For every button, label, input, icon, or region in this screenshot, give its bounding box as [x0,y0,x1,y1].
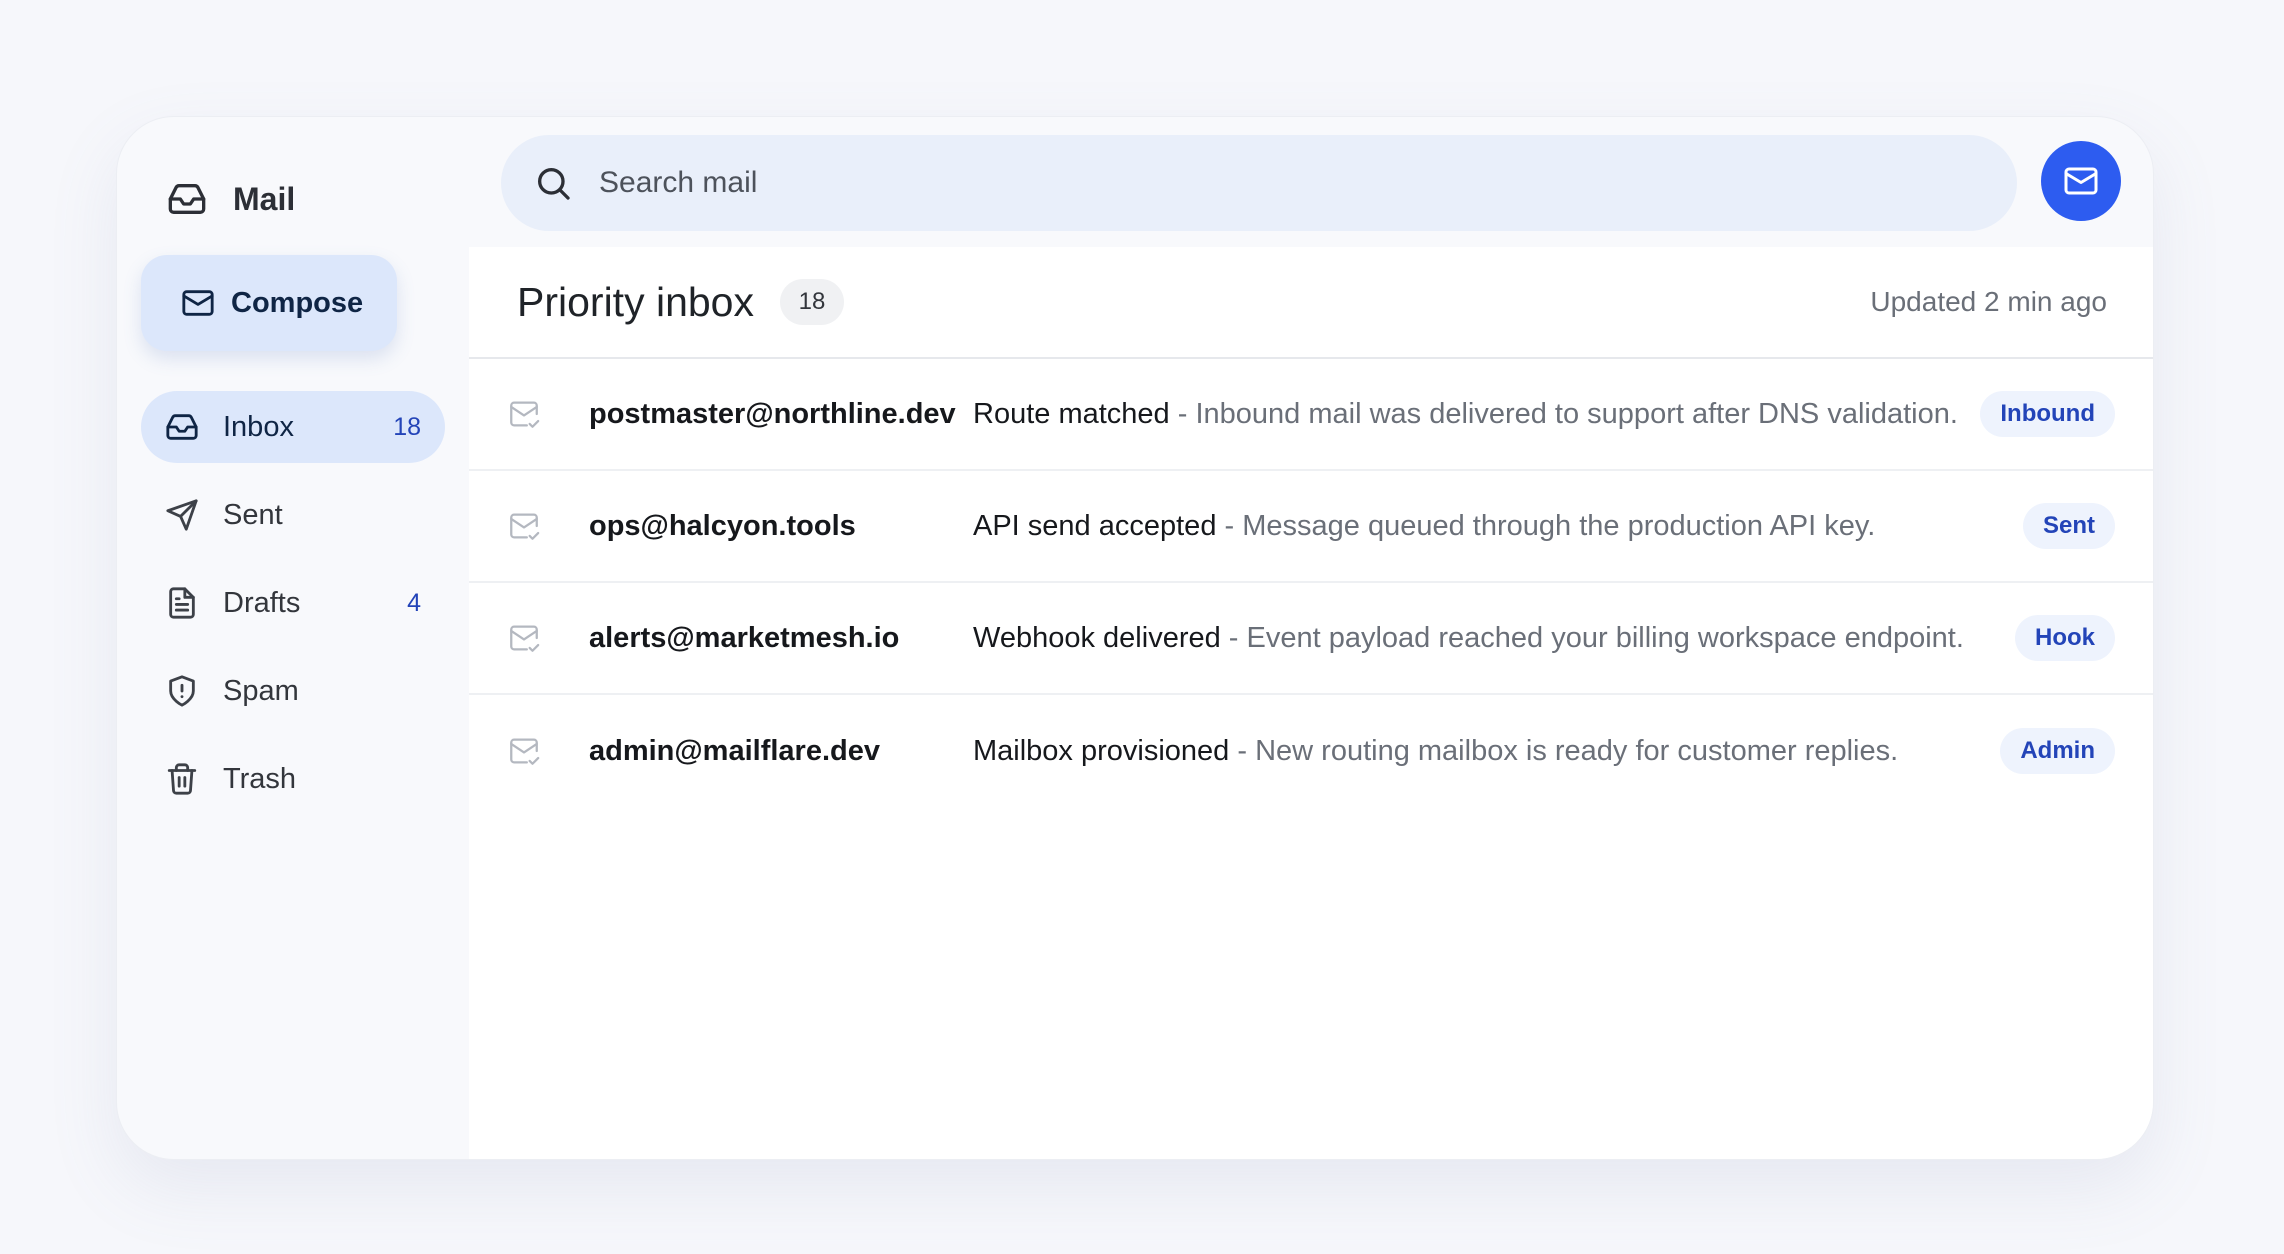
mail-read-icon [510,401,540,428]
sidebar-item-drafts[interactable]: Drafts 4 [141,567,445,639]
sidebar-item-label: Inbox [223,410,294,443]
email-preview: Inbound mail was delivered to support af… [1195,397,1958,430]
list-header: Priority inbox 18 Updated 2 min ago [469,247,2153,359]
inbox-icon [166,414,198,440]
email-preview: Message queued through the production AP… [1242,509,1876,542]
sidebar-item-label: Sent [223,498,283,531]
updated-status: Updated 2 min ago [1870,286,2107,317]
email-preview: Event payload reached your billing works… [1246,621,1964,654]
message-list-panel: Priority inbox 18 Updated 2 min ago post… [469,247,2153,1159]
email-row[interactable]: admin@mailflare.dev Mailbox provisioned … [469,695,2153,807]
unread-count: 18 [393,412,421,441]
email-subject: API send accepted [973,509,1217,542]
sidebar-item-label: Spam [223,674,299,707]
sidebar-nav: Inbox 18 Sent Drafts 4 Spam Trash [141,391,445,831]
search-input[interactable] [599,166,1899,200]
page-title: Priority inbox [517,278,754,325]
sidebar-item-inbox[interactable]: Inbox 18 [141,391,445,463]
shield-icon [169,675,195,707]
mail-read-icon [510,738,540,765]
email-row[interactable]: postmaster@northline.dev Route matched -… [469,359,2153,471]
email-tag: Hook [2015,615,2115,661]
email-sender: ops@halcyon.tools [589,509,856,542]
email-tag: Inbound [1980,391,2115,437]
email-content: Route matched - Inbound mail was deliver… [973,398,1958,431]
email-subject: Mailbox provisioned [973,734,1230,767]
email-separator: - [1216,509,1243,542]
trash-icon [167,763,197,795]
draft-count: 4 [407,588,421,617]
email-content: API send accepted - Message queued throu… [973,510,1875,543]
email-tag: Sent [2022,503,2115,549]
sidebar-item-spam[interactable]: Spam [141,655,445,727]
email-separator: - [1220,621,1247,654]
sidebar-item-sent[interactable]: Sent [141,479,445,551]
mail-icon [182,290,214,316]
compose-label: Compose [231,286,364,319]
email-content: Mailbox provisioned - New routing mailbo… [973,735,1898,768]
app-name: Mail [233,180,296,217]
email-separator: - [1229,734,1256,767]
email-separator: - [1169,397,1196,430]
email-sender: alerts@marketmesh.io [589,621,900,654]
email-subject: Webhook delivered [973,621,1221,654]
sidebar-item-label: Trash [223,762,297,795]
app-brand: Mail [167,157,295,241]
count-badge: 18 [779,279,844,325]
email-tag: Admin [2000,728,2115,774]
inbox-icon [168,184,206,214]
mail-read-icon [510,513,540,540]
mail-window: Mail Compose Inbox 18 Sent Drafts 4 Spam… [116,116,2154,1160]
email-row[interactable]: alerts@marketmesh.io Webhook delivered -… [469,583,2153,695]
mail-icon [2064,167,2098,195]
email-content: Webhook delivered - Event payload reache… [973,622,1964,655]
sidebar-item-trash[interactable]: Trash [141,743,445,815]
send-icon [166,499,198,531]
email-preview: New routing mailbox is ready for custome… [1255,734,1899,767]
mail-read-icon [510,625,540,652]
file-icon [169,587,195,619]
email-subject: Route matched [973,397,1170,430]
email-row[interactable]: ops@halcyon.tools API send accepted - Me… [469,471,2153,583]
email-sender: postmaster@northline.dev [589,397,956,430]
compose-button[interactable]: Compose [141,255,397,351]
search-bar [501,135,2017,231]
sidebar-item-label: Drafts [223,586,301,619]
email-sender: admin@mailflare.dev [589,734,880,767]
search-icon [538,168,570,200]
new-mail-button[interactable] [2041,141,2121,221]
